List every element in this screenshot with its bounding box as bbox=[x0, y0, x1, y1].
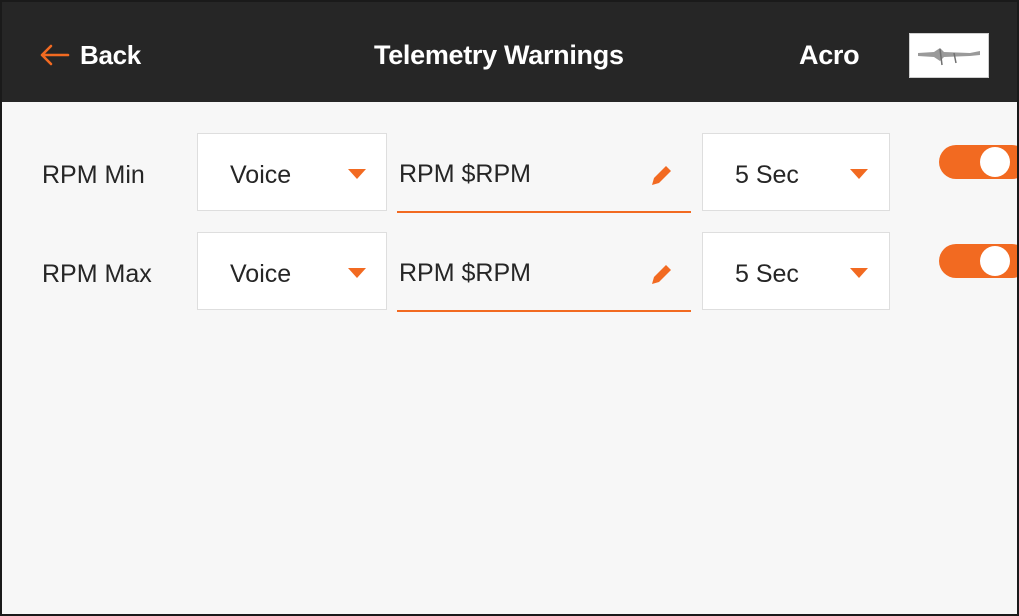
pencil-icon[interactable] bbox=[651, 263, 673, 285]
message-value: RPM $RPM bbox=[399, 160, 531, 188]
repeat-interval-dropdown[interactable]: 5 Sec bbox=[702, 232, 890, 310]
message-value: RPM $RPM bbox=[399, 259, 531, 287]
back-label: Back bbox=[80, 39, 141, 70]
message-field[interactable]: RPM $RPM bbox=[397, 133, 691, 213]
toggle-knob bbox=[980, 147, 1010, 177]
warning-enabled-toggle[interactable] bbox=[939, 244, 1017, 278]
repeat-interval-value: 5 Sec bbox=[735, 161, 799, 189]
warning-label: RPM Max bbox=[42, 260, 152, 288]
warning-enabled-toggle[interactable] bbox=[939, 145, 1017, 179]
repeat-interval-value: 5 Sec bbox=[735, 260, 799, 288]
alert-type-value: Voice bbox=[230, 260, 292, 288]
caret-down-icon bbox=[348, 169, 366, 179]
toggle-knob bbox=[980, 246, 1010, 276]
caret-down-icon bbox=[850, 169, 868, 179]
caret-down-icon bbox=[850, 268, 868, 278]
back-button[interactable]: Back bbox=[40, 32, 141, 78]
pencil-icon[interactable] bbox=[651, 164, 673, 186]
model-thumbnail[interactable] bbox=[909, 33, 989, 78]
airplane-icon bbox=[918, 48, 980, 66]
top-bar: Back Telemetry Warnings Acro bbox=[2, 2, 1017, 102]
alert-type-dropdown[interactable]: Voice bbox=[197, 232, 387, 310]
page-title: Telemetry Warnings bbox=[374, 40, 624, 70]
alert-type-value: Voice bbox=[230, 161, 292, 189]
arrow-left-icon bbox=[40, 44, 70, 66]
repeat-interval-dropdown[interactable]: 5 Sec bbox=[702, 133, 890, 211]
warning-label: RPM Min bbox=[42, 161, 145, 189]
screen: Back Telemetry Warnings Acro RPM Min Voi… bbox=[0, 0, 1019, 616]
caret-down-icon bbox=[348, 268, 366, 278]
message-field[interactable]: RPM $RPM bbox=[397, 232, 691, 312]
warning-row-rpm-min: RPM Min Voice RPM $RPM 5 Sec bbox=[2, 133, 1017, 213]
alert-type-dropdown[interactable]: Voice bbox=[197, 133, 387, 211]
warning-row-rpm-max: RPM Max Voice RPM $RPM 5 Sec bbox=[2, 232, 1017, 312]
model-name: Acro bbox=[799, 40, 860, 70]
